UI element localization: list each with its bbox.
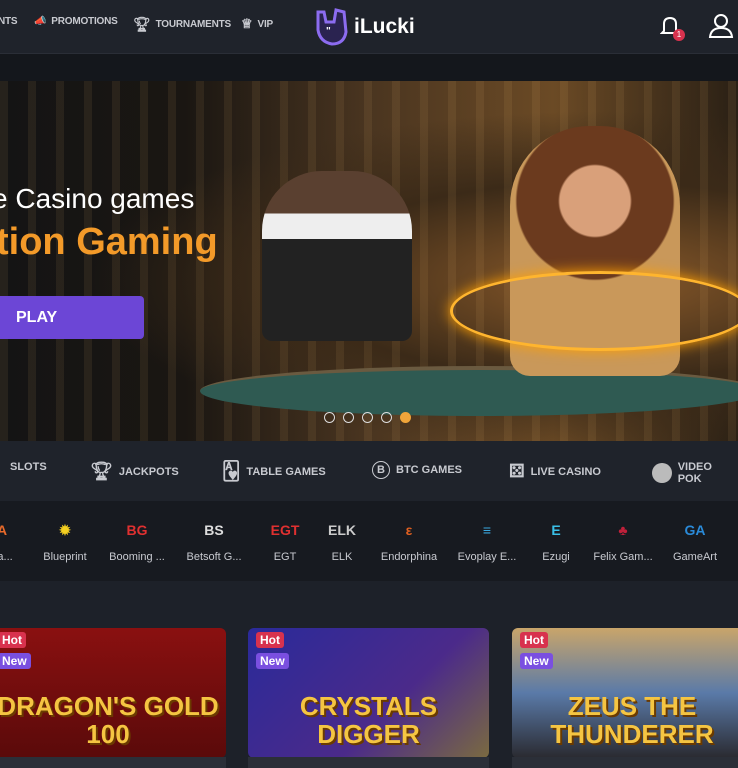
slide-dot-active[interactable] (400, 412, 411, 423)
hero-subtitle: e Casino games (0, 183, 195, 214)
new-badge: New (0, 653, 31, 669)
logo-hand-icon: " (316, 8, 348, 46)
nav-tournaments[interactable]: 🏆︎ TOURNAMENTS (133, 16, 231, 33)
header: NTS 📣 PROMOTIONS 🏆︎ TOURNAMENTS ♕ VIP " iLu… (0, 0, 738, 54)
provider-item[interactable]: ✹ Blueprint (25, 517, 105, 564)
logo[interactable]: " iLucki (314, 8, 415, 46)
trophy-icon: 🏆︎ (90, 461, 113, 481)
provider-logo-icon: GA (684, 522, 706, 538)
nav-vip[interactable]: ♕ VIP (241, 16, 273, 32)
provider-label: Booming ... (109, 551, 165, 563)
card-footer (248, 757, 489, 768)
dealer-image (262, 171, 412, 341)
nav-promotions[interactable]: 📣 PROMOTIONS (34, 16, 118, 27)
category-live-casino[interactable]: ⚄ LIVE CASINO (509, 461, 601, 482)
provider-logo-icon: ✹ (59, 521, 71, 538)
game-title: CRYSTALS DIGGER (299, 691, 438, 749)
svg-text:": " (326, 26, 331, 37)
gold-ring-image (450, 271, 738, 351)
category-table-games[interactable]: 🂱 TABLE GAMES (222, 461, 326, 482)
game-title: ZEUS THE THUNDERER (550, 691, 714, 749)
provider-logo-icon: ≡ (482, 522, 492, 538)
provider-label: Felix Gam... (593, 551, 653, 563)
provider-label: Evoplay E... (457, 551, 517, 563)
category-label: JACKPOTS (118, 465, 179, 478)
category-btc-games[interactable]: B BTC GAMES (372, 461, 462, 479)
provider-logo-icon: BG (126, 522, 148, 538)
slide-dot[interactable] (381, 412, 392, 423)
megaphone-icon: 📣 (34, 16, 47, 27)
provider-bar: Aga...✹BlueprintBGBooming ...BSBetsoft G… (0, 501, 738, 581)
provider-logo-icon: ♣ (618, 522, 628, 538)
hero-title: tion Gaming (0, 221, 218, 263)
provider-item[interactable]: GA GameArt (655, 517, 735, 563)
provider-item[interactable]: BS Betsoft G... (174, 517, 254, 563)
hero-banner: e Casino games tion Gaming PLAY (0, 81, 738, 441)
slider-dots (324, 412, 411, 423)
provider-label: Endorphina (380, 551, 438, 563)
category-label: BTC GAMES (396, 464, 462, 476)
play-button[interactable]: PLAY (0, 296, 144, 339)
category-bar: SLOTS 🏆︎ JACKPOTS 🂱 TABLE GAMES B BTC GAMES… (0, 441, 738, 501)
hot-badge: Hot (520, 632, 548, 648)
header-band (0, 54, 738, 81)
slide-dot[interactable] (324, 412, 335, 423)
crown-icon: ♕ (241, 16, 253, 31)
provider-item[interactable]: BG Booming ... (97, 517, 177, 563)
game-card[interactable]: CRYSTALS DIGGER Hot New (248, 628, 489, 758)
nav-label: TOURNAMENTS (155, 19, 232, 30)
card-footer (0, 757, 226, 768)
provider-item[interactable]: ≡ Evoplay E... (447, 517, 527, 563)
card-footer (512, 757, 738, 768)
nav-label: PROMOTIONS (51, 16, 118, 27)
game-card[interactable]: ZEUS THE THUNDERER Hot New (512, 628, 738, 758)
hot-badge: Hot (256, 632, 284, 648)
nav-events[interactable]: NTS (0, 16, 18, 27)
provider-item[interactable]: ε Endorphina (369, 517, 449, 563)
chip-icon (652, 463, 672, 483)
game-title: DRAGON'S GOLD 100 (0, 691, 219, 749)
nav-label: VIP (257, 18, 273, 30)
provider-logo-icon: BS (204, 522, 224, 538)
hot-badge: Hot (0, 632, 26, 648)
bitcoin-icon: B (372, 461, 390, 479)
category-jackpots[interactable]: 🏆︎ JACKPOTS (90, 461, 179, 482)
trophy-icon: 🏆︎ (133, 16, 151, 32)
new-badge: New (256, 653, 289, 669)
provider-item[interactable]: ♣ Felix Gam... (583, 517, 663, 563)
cards-icon: 🂱 (222, 461, 241, 481)
logo-text: iLucki (354, 15, 415, 38)
category-video-poker[interactable]: VIDEO POK (652, 461, 738, 485)
provider-label: Betsoft G... (186, 551, 242, 563)
slide-dot[interactable] (362, 412, 373, 423)
provider-label: GameArt (672, 551, 717, 563)
category-label: LIVE CASINO (530, 465, 601, 478)
dice-icon: ⚄ (509, 461, 525, 481)
category-label: SLOTS (10, 461, 47, 473)
game-card[interactable]: DRAGON'S GOLD 100 Hot New (0, 628, 226, 758)
provider-logo-icon: ε (405, 522, 413, 538)
category-slots[interactable]: SLOTS (0, 461, 47, 473)
category-label: TABLE GAMES (246, 465, 326, 478)
provider-label: Blueprint (43, 551, 87, 563)
category-label: VIDEO POK (677, 461, 712, 485)
notification-badge: 1 (673, 29, 685, 41)
user-icon[interactable] (708, 13, 734, 39)
nav-label: NTS (0, 16, 18, 27)
new-badge: New (520, 653, 553, 669)
slide-dot[interactable] (343, 412, 354, 423)
